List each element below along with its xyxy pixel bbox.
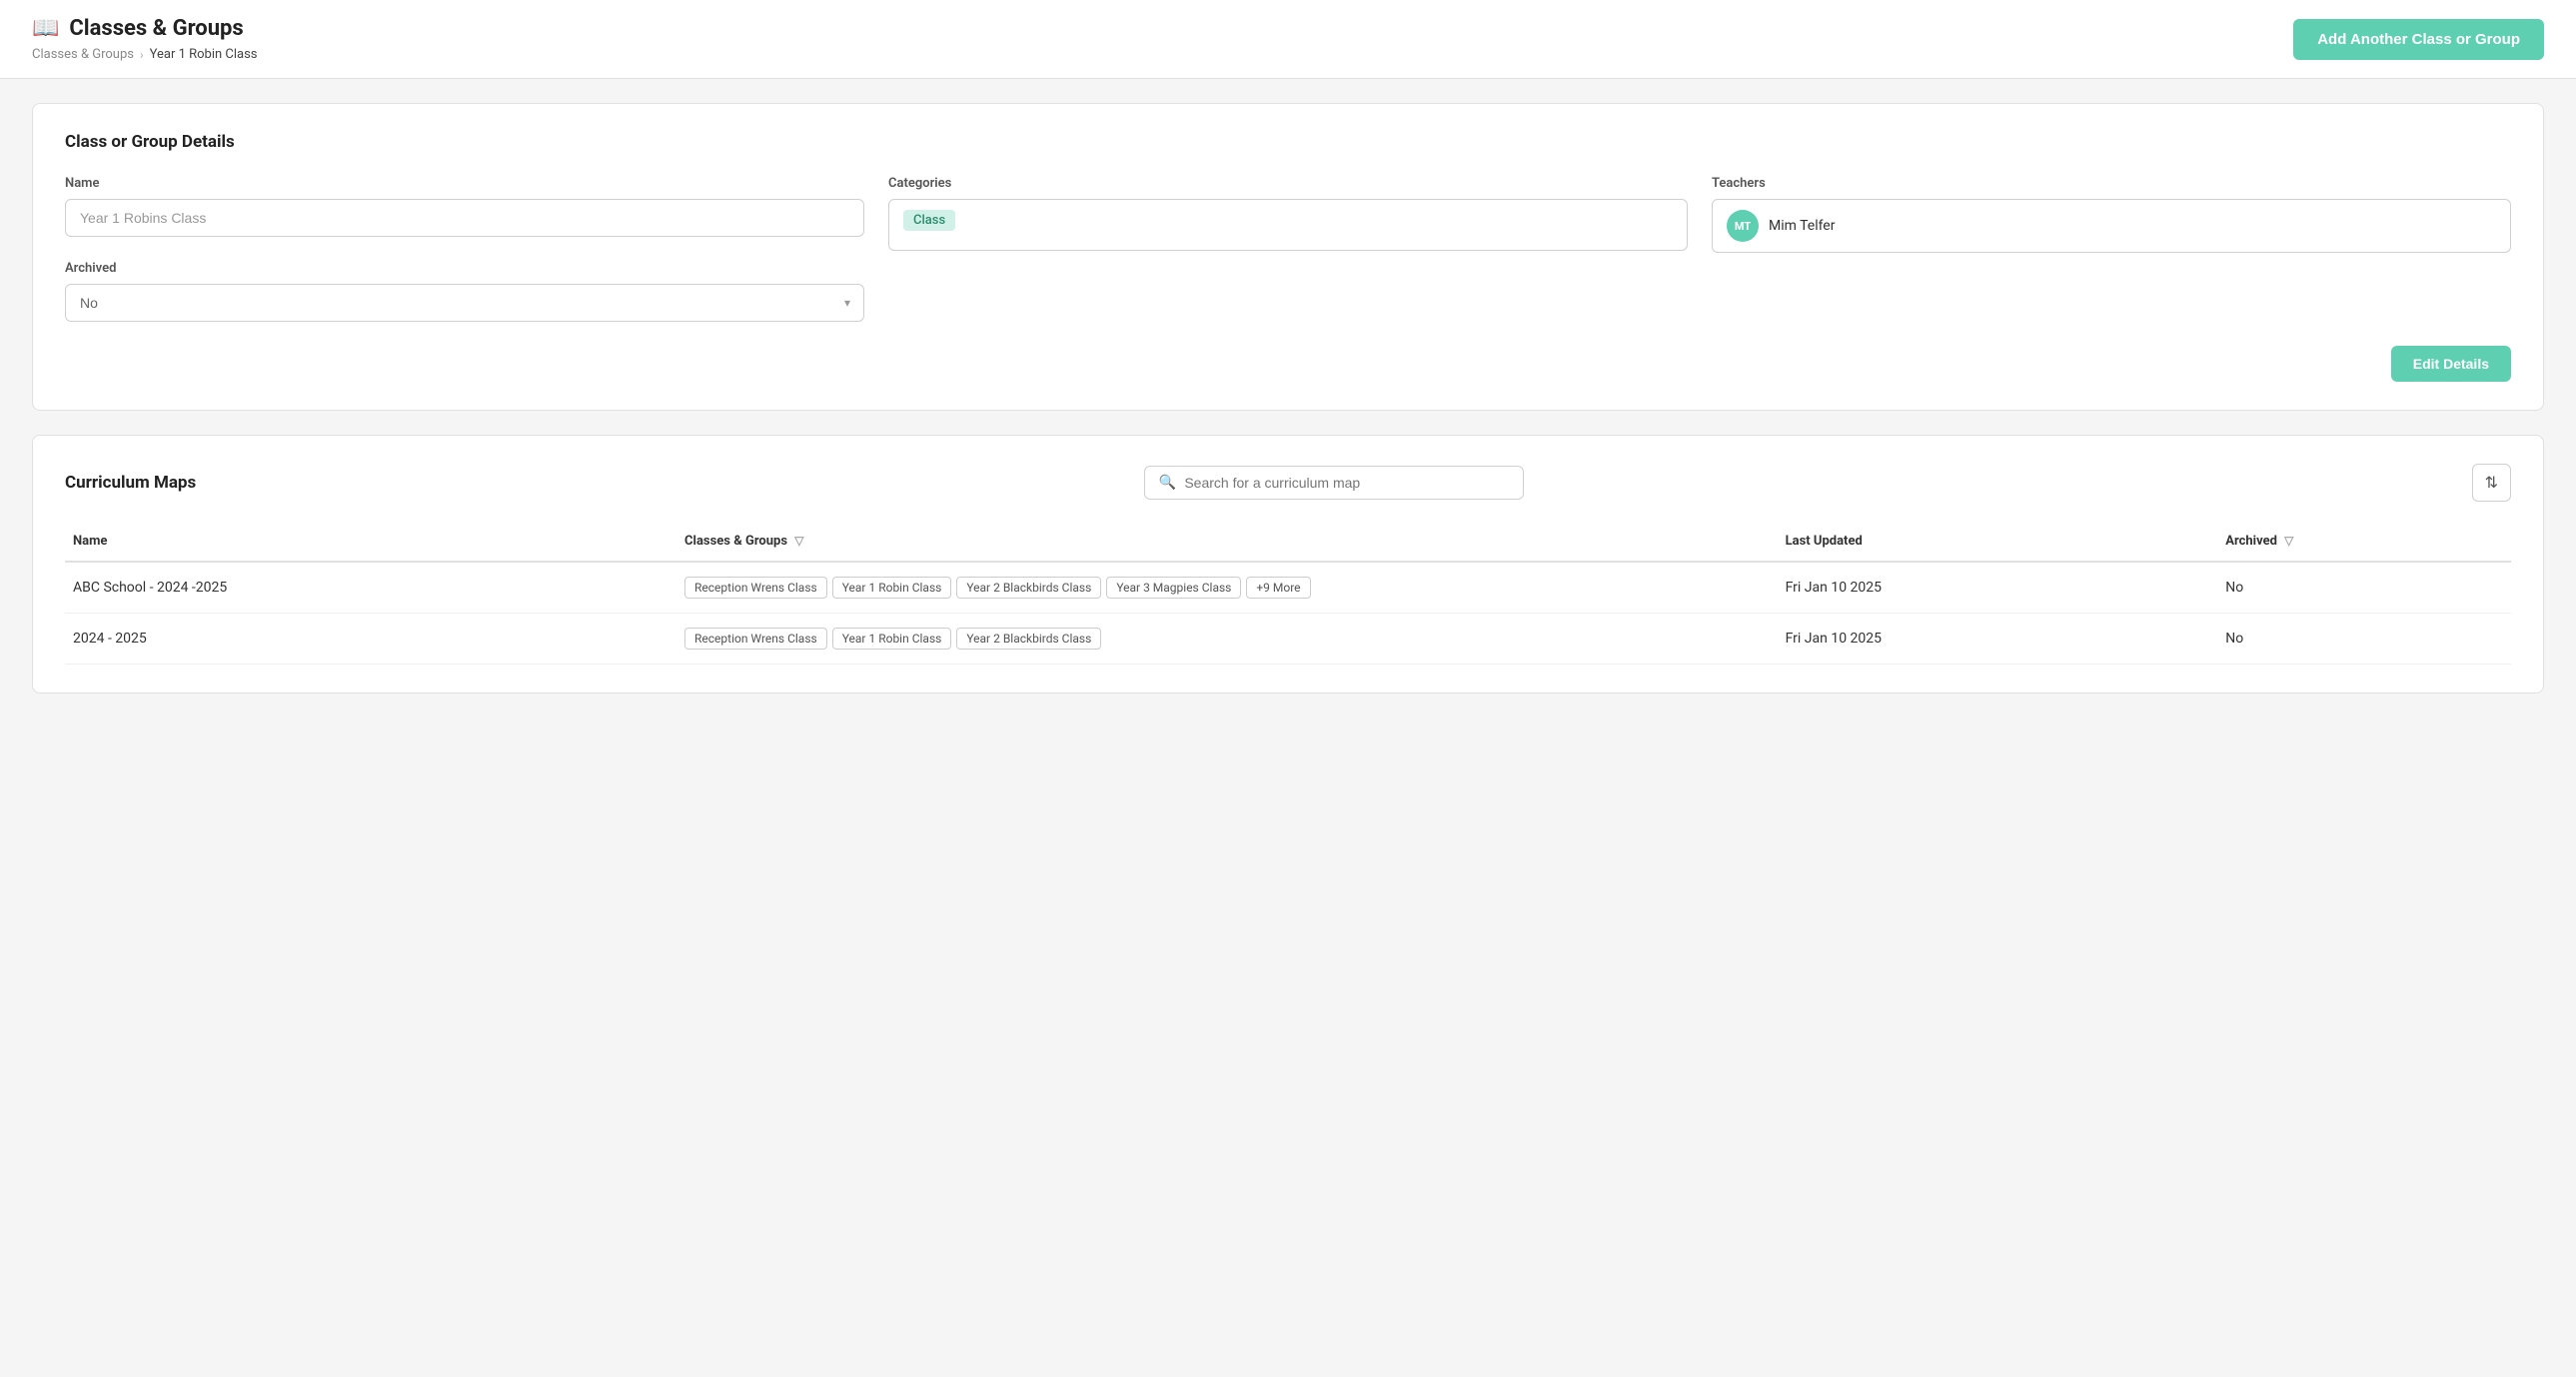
group-tag-4: +9 More (1246, 577, 1310, 599)
row-name-0: ABC School - 2024 -2025 (65, 562, 676, 614)
teacher-name: Mim Telfer (1769, 218, 1835, 234)
groups-filter-icon[interactable]: ▽ (794, 534, 803, 548)
curriculum-header: Curriculum Maps 🔍 ⇅ (65, 464, 2511, 502)
card-footer: Edit Details (65, 346, 2511, 382)
breadcrumb: Classes & Groups › Year 1 Robin Class (32, 47, 258, 62)
row-archived-0: No (2217, 562, 2511, 614)
page-title: 📖 Classes & Groups (32, 16, 258, 41)
row-updated-1: Fri Jan 10 2025 (1778, 614, 2218, 665)
curriculum-maps-card: Curriculum Maps 🔍 ⇅ Name Classes & Group… (32, 435, 2544, 693)
group-tags: Reception Wrens ClassYear 1 Robin ClassY… (684, 577, 1770, 599)
table-row: ABC School - 2024 -2025 Reception Wrens C… (65, 562, 2511, 614)
page-header: 📖 Classes & Groups Classes & Groups › Ye… (0, 0, 2576, 79)
group-tag-2: Year 2 Blackbirds Class (956, 577, 1101, 599)
col-header-name: Name (65, 522, 676, 562)
group-tags: Reception Wrens ClassYear 1 Robin ClassY… (684, 628, 1770, 650)
name-input[interactable] (65, 199, 864, 237)
group-tag-2: Year 2 Blackbirds Class (956, 628, 1101, 650)
row-groups-1: Reception Wrens ClassYear 1 Robin ClassY… (676, 614, 1778, 665)
group-tag-1: Year 1 Robin Class (832, 577, 952, 599)
table-row: 2024 - 2025 Reception Wrens ClassYear 1 R… (65, 614, 2511, 665)
breadcrumb-parent[interactable]: Classes & Groups (32, 47, 134, 62)
categories-box: Class (888, 199, 1688, 251)
row-updated-0: Fri Jan 10 2025 (1778, 562, 2218, 614)
page-title-area: 📖 Classes & Groups Classes & Groups › Ye… (32, 16, 258, 62)
group-tag-0: Reception Wrens Class (684, 628, 827, 650)
categories-label: Categories (888, 176, 1688, 191)
avatar: MT (1727, 210, 1759, 242)
group-tag-0: Reception Wrens Class (684, 577, 827, 599)
page-title-text: Classes & Groups (69, 16, 243, 41)
curriculum-maps-table: Name Classes & Groups ▽ Last Updated Arc… (65, 522, 2511, 665)
search-icon: 🔍 (1159, 475, 1176, 491)
book-icon: 📖 (32, 16, 59, 41)
sort-button[interactable]: ⇅ (2472, 464, 2511, 502)
col-header-groups: Classes & Groups ▽ (676, 522, 1778, 562)
archived-label: Archived (65, 261, 864, 276)
details-card-title: Class or Group Details (65, 132, 2511, 152)
group-tag-3: Year 3 Magpies Class (1106, 577, 1241, 599)
breadcrumb-separator: › (140, 48, 144, 62)
categories-field-group: Categories Class (888, 176, 1688, 322)
archived-filter-icon[interactable]: ▽ (2284, 534, 2293, 548)
col-header-updated: Last Updated (1778, 522, 2218, 562)
table-header-row: Name Classes & Groups ▽ Last Updated Arc… (65, 522, 2511, 562)
col-header-archived: Archived ▽ (2217, 522, 2511, 562)
search-bar: 🔍 (1144, 466, 1524, 500)
name-label: Name (65, 176, 864, 191)
add-class-button[interactable]: Add Another Class or Group (2293, 19, 2544, 60)
group-tag-1: Year 1 Robin Class (832, 628, 952, 650)
curriculum-maps-title: Curriculum Maps (65, 473, 196, 493)
archived-select-wrapper: No Yes ▾ (65, 284, 864, 322)
form-grid: Name Archived No Yes ▾ Categories (65, 176, 2511, 322)
archived-select[interactable]: No Yes (65, 284, 864, 322)
edit-details-button[interactable]: Edit Details (2391, 346, 2511, 382)
row-archived-1: No (2217, 614, 2511, 665)
row-name-1: 2024 - 2025 (65, 614, 676, 665)
name-field-group: Name Archived No Yes ▾ (65, 176, 864, 322)
teachers-label: Teachers (1712, 176, 2511, 191)
teachers-field-group: Teachers MT Mim Telfer (1712, 176, 2511, 322)
row-groups-0: Reception Wrens ClassYear 1 Robin ClassY… (676, 562, 1778, 614)
details-card: Class or Group Details Name Archived No … (32, 103, 2544, 411)
teachers-box: MT Mim Telfer (1712, 199, 2511, 253)
breadcrumb-current: Year 1 Robin Class (150, 47, 258, 62)
curriculum-search-input[interactable] (1184, 475, 1509, 491)
main-content: Class or Group Details Name Archived No … (0, 79, 2576, 741)
category-tag: Class (903, 210, 955, 231)
